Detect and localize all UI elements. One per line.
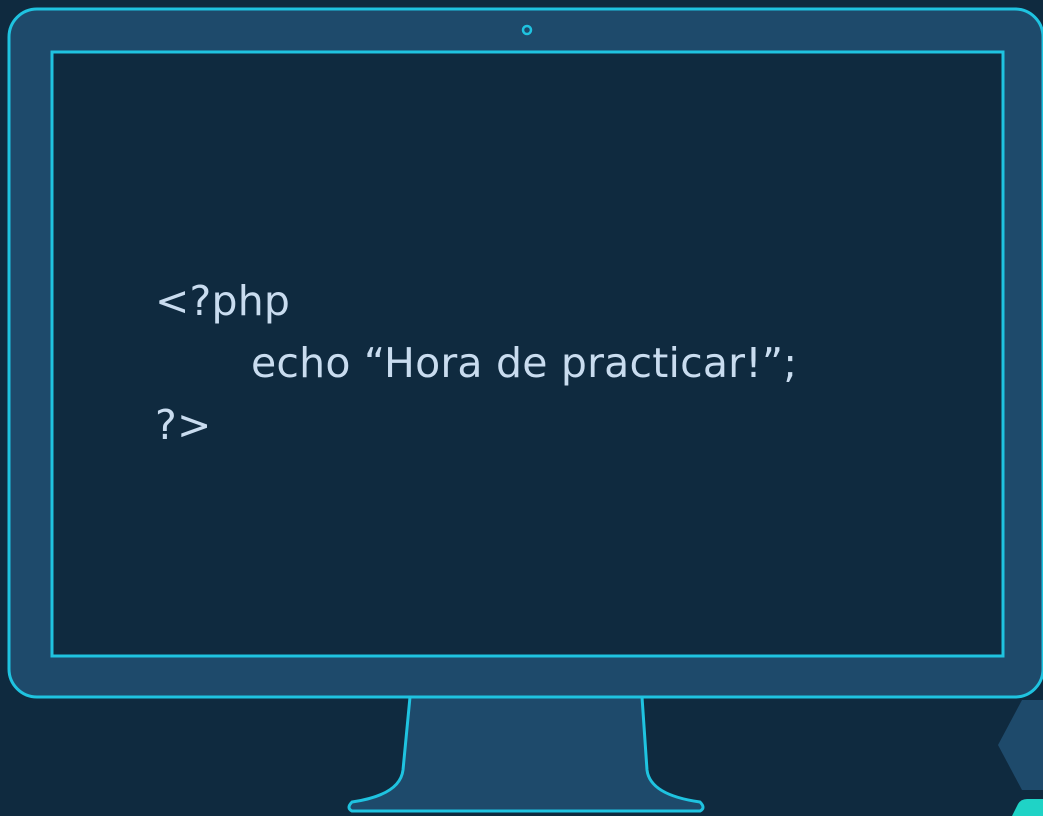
corner-accent-icon: [1012, 799, 1043, 816]
code-line-echo: echo “Hora de practicar!”;: [251, 339, 798, 387]
desktop-monitor-illustration: <?php echo “Hora de practicar!”; ?>: [0, 0, 1043, 816]
code-line-close-tag: ?>: [155, 401, 212, 449]
code-snippet: <?php echo “Hora de practicar!”; ?>: [155, 270, 797, 456]
hexagon-decoration-icon: [998, 700, 1043, 790]
monitor-stand: [347, 695, 705, 813]
code-line-open-tag: <?php: [155, 277, 291, 325]
